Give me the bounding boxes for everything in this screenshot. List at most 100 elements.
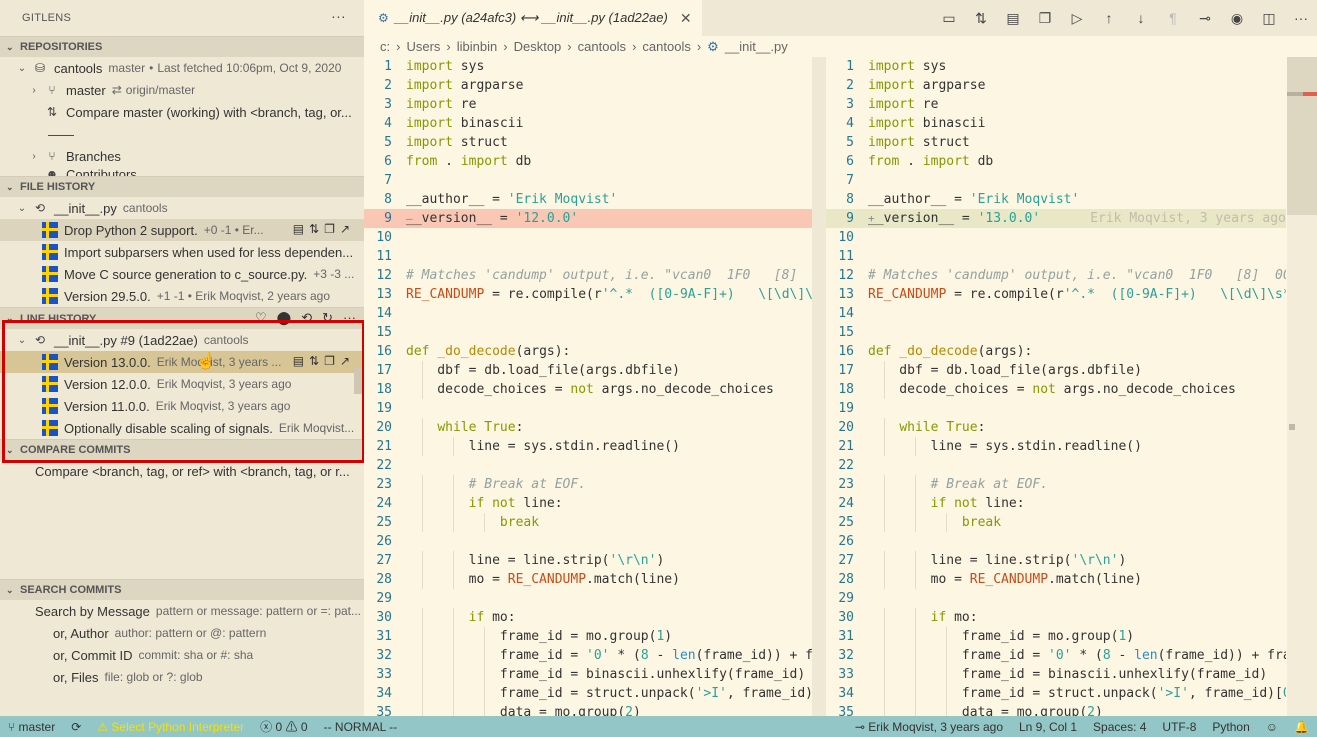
arrow-down-icon[interactable]: ↓ — [1125, 10, 1157, 26]
branches-row[interactable]: › ⑂ Branches — [0, 145, 364, 167]
diff-right-pane[interactable]: 1 import sys 2 import argparse 3 import re 4 im… — [826, 57, 1286, 716]
open-file-icon[interactable]: ▤ — [997, 10, 1029, 27]
split-editor-icon[interactable]: ◫ — [1253, 10, 1285, 27]
open-external-icon[interactable]: ↗ — [340, 222, 350, 236]
code-line[interactable]: 30 if mo: — [826, 608, 1286, 627]
code-line[interactable]: 29 — [364, 589, 812, 608]
code-line[interactable]: 16 def _do_decode(args): — [826, 342, 1286, 361]
code-line[interactable]: 2 import argparse — [826, 76, 1286, 95]
overview-ruler[interactable] — [1287, 57, 1317, 716]
copy-icon[interactable]: ❐ — [1029, 10, 1061, 27]
diff-left-pane[interactable]: 1 import sys 2 import argparse 3 import re 4 im… — [364, 57, 812, 716]
pilcrow-icon[interactable]: ¶ — [1157, 10, 1189, 26]
code-line[interactable]: 14 — [826, 304, 1286, 323]
code-line[interactable]: 10 — [364, 228, 812, 247]
code-line[interactable]: 4 import binascii — [826, 114, 1286, 133]
code-line[interactable]: 7 — [364, 171, 812, 190]
code-line[interactable]: 13 RE_CANDUMP = re.compile(r'^.* ([0-9A-F… — [364, 285, 812, 304]
code-line[interactable]: 5 import struct — [826, 133, 1286, 152]
arrow-up-icon[interactable]: ↑ — [1093, 10, 1125, 26]
encoding[interactable]: UTF-8 — [1154, 720, 1204, 734]
indentation[interactable]: Spaces: 4 — [1085, 720, 1154, 734]
line-history-file-row[interactable]: ⌄ ⟲ __init__.py #9 (1ad22ae) cantools — [0, 329, 364, 351]
code-line[interactable]: 28 mo = RE_CANDUMP.match(line) — [826, 570, 1286, 589]
code-line[interactable]: 9 __version__ = '12.0.0' — — [364, 209, 812, 228]
code-line[interactable]: 22 — [364, 456, 812, 475]
commit-row[interactable]: Move C source generation to c_source.py.… — [0, 263, 364, 285]
code-line[interactable]: 26 — [364, 532, 812, 551]
code-line[interactable]: 35 data = mo.group(2) — [364, 703, 812, 716]
code-line[interactable]: 11 — [364, 247, 812, 266]
heart-icon[interactable]: ♡ — [255, 310, 267, 326]
repo-row[interactable]: ⌄ ⛁ cantools master • Last fetched 10:06… — [0, 57, 364, 79]
gitlens-icon[interactable]: ◉ — [1221, 10, 1253, 27]
more-actions-icon[interactable]: ··· — [1285, 10, 1317, 26]
play-icon[interactable]: ▷ — [1061, 10, 1093, 27]
code-line[interactable]: 14 — [364, 304, 812, 323]
code-line[interactable]: 1 import sys — [364, 57, 812, 76]
code-line[interactable]: 19 — [826, 399, 1286, 418]
repositories-section-header[interactable]: ⌄ REPOSITORIES — [0, 36, 364, 57]
code-line[interactable]: 26 — [826, 532, 1286, 551]
code-line[interactable]: 34 frame_id = struct.unpack('>I', frame_… — [364, 684, 812, 703]
open-folder-icon[interactable]: ▭ — [933, 10, 965, 27]
code-line[interactable]: 22 — [826, 456, 1286, 475]
code-line[interactable]: 15 — [364, 323, 812, 342]
compare-icon[interactable]: ⇅ — [309, 354, 319, 368]
code-line[interactable]: 27 line = line.strip('\r\n') — [826, 551, 1286, 570]
commit-row[interactable]: Import subparsers when used for less dep… — [0, 241, 364, 263]
code-line[interactable]: 3 import re — [826, 95, 1286, 114]
code-line[interactable]: 33 frame_id = binascii.unhexlify(frame_i… — [364, 665, 812, 684]
code-line[interactable]: 4 import binascii — [364, 114, 812, 133]
code-line[interactable]: 20 while True: — [826, 418, 1286, 437]
code-line[interactable]: 25 break — [826, 513, 1286, 532]
search-commits-row[interactable]: or, Files file: glob or ?: glob — [0, 666, 364, 688]
scrollbar-thumb[interactable] — [354, 368, 362, 394]
code-line[interactable]: 23 # Break at EOF. — [364, 475, 812, 494]
code-line[interactable]: 18 decode_choices = not args.no_decode_c… — [364, 380, 812, 399]
compare-commits-row[interactable]: Compare <branch, tag, or ref> with <bran… — [0, 460, 364, 482]
more-actions-icon[interactable]: ··· — [331, 8, 346, 24]
problems-status[interactable]: ⓧ 0 ⚠ 0 — [252, 718, 315, 735]
code-line[interactable]: 35 data = mo.group(2) — [826, 703, 1286, 716]
code-line[interactable]: 24 if not line: — [826, 494, 1286, 513]
code-line[interactable]: 11 — [826, 247, 1286, 266]
commit-row[interactable]: Version 29.5.0. +1 -1 • Erik Moqvist, 2 y… — [0, 285, 364, 307]
code-line[interactable]: 18 decode_choices = not args.no_decode_c… — [826, 380, 1286, 399]
code-line[interactable]: 7 — [826, 171, 1286, 190]
compare-icon[interactable]: ⇅ — [309, 222, 319, 236]
pin-icon[interactable]: ⬤ — [277, 310, 292, 326]
code-line[interactable]: 20 while True: — [364, 418, 812, 437]
breadcrumb-item[interactable]: c: — [380, 39, 390, 54]
code-line[interactable]: 5 import struct — [364, 133, 812, 152]
code-line[interactable]: 6 from . import db — [826, 152, 1286, 171]
breadcrumb-item[interactable]: __init__.py — [725, 39, 788, 54]
code-line[interactable]: 6 from . import db — [364, 152, 812, 171]
code-line[interactable]: 32 frame_id = '0' * (8 - len(frame_id)) … — [826, 646, 1286, 665]
code-line[interactable]: 8 __author__ = 'Erik Moqvist' — [826, 190, 1286, 209]
code-line[interactable]: 34 frame_id = struct.unpack('>I', frame_… — [826, 684, 1286, 703]
more-actions-icon[interactable]: ··· — [343, 310, 356, 326]
file-history-file-row[interactable]: ⌄ ⟲ __init__.py cantools — [0, 197, 364, 219]
commit-row[interactable]: Version 12.0.0. Erik Moqvist, 3 years ago — [0, 373, 364, 395]
file-history-section-header[interactable]: ⌄ FILE HISTORY — [0, 176, 364, 197]
blame-status[interactable]: ⊸ Erik Moqvist, 3 years ago — [847, 720, 1011, 734]
code-line[interactable]: 24 if not line: — [364, 494, 812, 513]
pane-divider[interactable] — [812, 57, 826, 716]
code-line[interactable]: 3 import re — [364, 95, 812, 114]
code-line[interactable]: 2 import argparse — [364, 76, 812, 95]
branch-status[interactable]: ⑂ master — [0, 720, 63, 734]
search-commits-row[interactable]: Search by Message pattern or message: pat… — [0, 600, 364, 622]
code-line[interactable]: 10 — [826, 228, 1286, 247]
code-line[interactable]: 31 frame_id = mo.group(1) — [364, 627, 812, 646]
code-line[interactable]: 8 __author__ = 'Erik Moqvist' — [364, 190, 812, 209]
branch-row[interactable]: › ⑂ master ⇄ origin/master — [0, 79, 364, 101]
copy-icon[interactable]: ❐ — [324, 222, 335, 236]
commit-row[interactable]: Optionally disable scaling of signals. Er… — [0, 417, 364, 439]
sync-icon[interactable]: ⟳ — [63, 720, 89, 734]
code-line[interactable]: 28 mo = RE_CANDUMP.match(line) — [364, 570, 812, 589]
code-line[interactable]: 16 def _do_decode(args): — [364, 342, 812, 361]
feedback-icon[interactable]: ☺ — [1258, 720, 1286, 734]
code-line[interactable]: 21 line = sys.stdin.readline() — [364, 437, 812, 456]
notifications-icon[interactable]: 🔔 — [1286, 720, 1317, 734]
